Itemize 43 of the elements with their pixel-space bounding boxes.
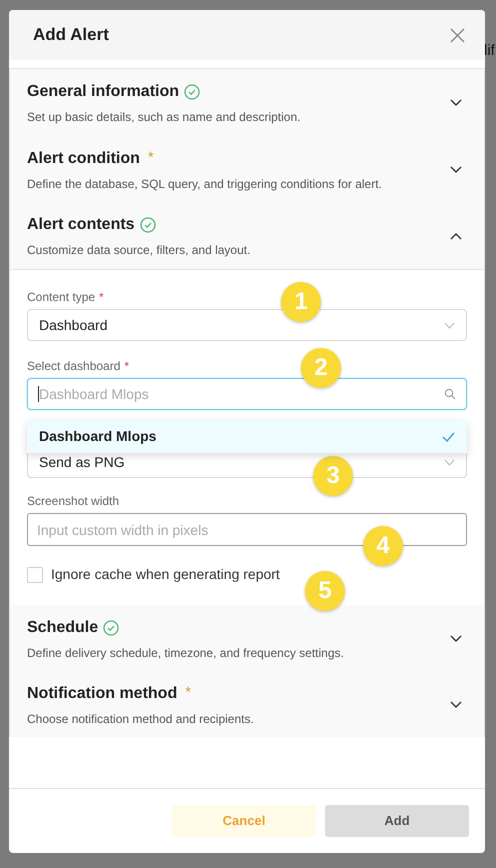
background-text: lif: [484, 41, 495, 61]
dialog-title: Add Alert: [33, 24, 109, 46]
dropdown-option[interactable]: Dashboard Mlops: [27, 420, 467, 453]
section-description: Define delivery schedule, timezone, and frequency settings.: [27, 644, 344, 662]
section-description: Define the database, SQL query, and triggering conditions for alert.: [27, 176, 382, 192]
section-header[interactable]: Schedule Define delivery schedule, timezone, and frequency settings.: [10, 605, 484, 672]
chevron-down-icon[interactable]: [450, 98, 462, 106]
field-label: Select dashboard: [27, 358, 120, 375]
section-header[interactable]: Alert contents Customize data source, filters, and layout.: [10, 203, 484, 270]
section-description: Customize data source, filters, and layout.: [27, 242, 250, 259]
section-title: Notification method: [27, 684, 178, 704]
checkbox-label: Ignore cache when generating report: [51, 565, 280, 584]
select-field[interactable]: Dashboard: [27, 309, 467, 341]
section-description: Set up basic details, such as name and description.: [27, 108, 300, 126]
field-label: Screenshot width: [27, 493, 120, 510]
section-title: Alert contents: [27, 215, 135, 235]
search-field[interactable]: Dashboard Mlops: [27, 378, 467, 410]
required-marker: *: [124, 358, 130, 375]
chevron-down-icon[interactable]: [450, 634, 462, 642]
section-header[interactable]: General information Set up basic details, such as name and description.: [10, 69, 484, 136]
chevron-down-icon: [444, 458, 455, 466]
checkmark-icon: [442, 432, 455, 442]
section-title: Schedule: [27, 618, 98, 638]
chevron-down-icon[interactable]: [450, 700, 462, 708]
section-header[interactable]: Alert condition * Define the database, SQL query, and triggering conditions for alert.: [10, 136, 484, 203]
section-title: Alert condition: [27, 148, 140, 168]
checkbox[interactable]: [27, 566, 43, 582]
required-marker: *: [148, 148, 154, 168]
chevron-down-icon: [444, 322, 455, 328]
field-label: Content type: [27, 289, 96, 306]
section-description: Choose notification method and recipients.: [27, 710, 254, 728]
required-marker: *: [99, 289, 104, 306]
check-circle-icon: [184, 84, 200, 100]
check-circle-icon: [140, 217, 156, 233]
search-icon: [444, 388, 456, 400]
section-header[interactable]: Notification method * Choose notification method and recipients.: [10, 672, 484, 737]
required-marker: *: [185, 682, 192, 702]
check-circle-icon: [103, 620, 120, 636]
chevron-down-icon[interactable]: [450, 166, 462, 174]
chevron-up-icon[interactable]: [450, 232, 462, 240]
close-icon[interactable]: [450, 28, 465, 42]
text-cursor: [38, 386, 39, 402]
section-title: General information: [27, 82, 180, 102]
